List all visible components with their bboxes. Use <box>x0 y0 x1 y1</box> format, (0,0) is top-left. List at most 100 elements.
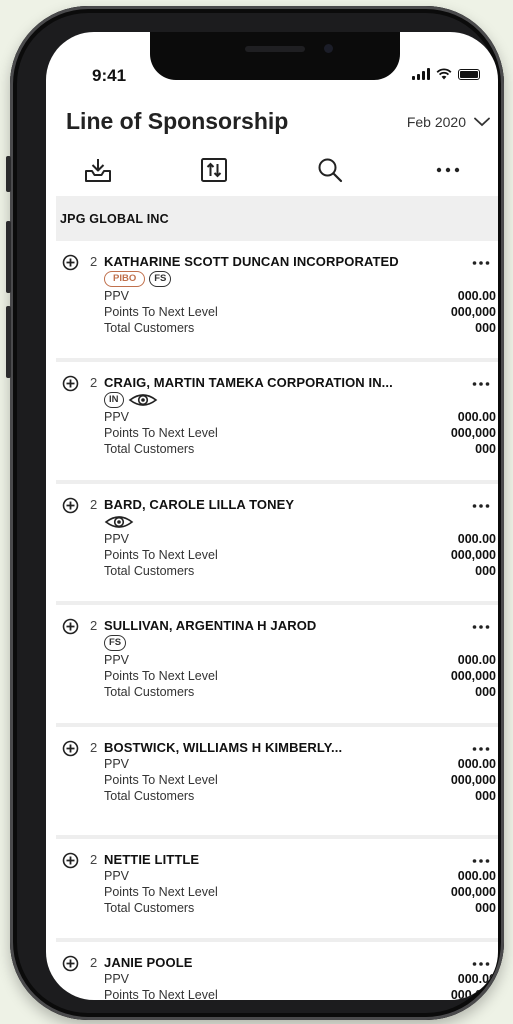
customers-metric-label: Total Customers <box>104 685 195 699</box>
row-more-icon[interactable] <box>472 381 490 387</box>
expand-button[interactable] <box>62 497 79 519</box>
ppv-metric-label: PPV <box>104 410 130 424</box>
member-tags: PIBO FS <box>104 269 498 289</box>
points-metric-value: 000,000 <box>450 885 496 899</box>
period-selector[interactable]: Feb 2020 <box>407 114 490 130</box>
expand-button[interactable] <box>62 955 79 977</box>
ppv-metric-label: PPV <box>104 869 130 883</box>
volume-down-button <box>6 306 11 378</box>
speaker-grille <box>245 46 305 52</box>
eye-icon <box>104 516 134 528</box>
member-row[interactable]: 2 CRAIG, MARTIN TAMEKA CORPORATION IN... I… <box>56 362 498 484</box>
customers-metric: Total Customers 000 <box>104 685 498 701</box>
member-row[interactable]: 2 SULLIVAN, ARGENTINA H JAROD FS PPV 000.00 P… <box>56 605 498 727</box>
ppv-metric-label: PPV <box>104 289 130 303</box>
member-name: JANIE POOLE <box>104 955 193 970</box>
expand-button[interactable] <box>62 375 79 397</box>
member-tags: FS <box>104 633 498 653</box>
customers-metric-value: 000 <box>475 321 496 335</box>
member-name: BOSTWICK, WILLIAMS H KIMBERLY... <box>104 740 343 755</box>
member-header: 2 KATHARINE SCOTT DUNCAN INCORPORATED <box>56 249 498 271</box>
row-more-icon[interactable] <box>472 858 490 864</box>
sort-icon <box>201 158 227 182</box>
row-more-button[interactable] <box>472 954 490 972</box>
member-header: 2 BARD, CAROLE LILLA TONEY <box>56 492 498 514</box>
points-metric-label: Points To Next Level <box>104 426 218 440</box>
expand-icon[interactable] <box>62 375 79 392</box>
sort-button[interactable] <box>194 152 234 188</box>
group-header: JPG GLOBAL INC <box>56 196 498 241</box>
customers-metric-value: 000 <box>475 901 496 915</box>
row-more-button[interactable] <box>472 739 490 757</box>
ppv-metric-label: PPV <box>104 972 130 986</box>
points-metric-value: 000,000 <box>450 669 496 683</box>
download-button[interactable] <box>78 152 118 188</box>
member-name: BARD, CAROLE LILLA TONEY <box>104 497 295 512</box>
status-badge: FS <box>104 635 127 651</box>
row-more-icon[interactable] <box>472 503 490 509</box>
search-button[interactable] <box>310 152 350 188</box>
customers-metric-value: 000 <box>475 685 496 699</box>
points-metric: Points To Next Level 000,000 <box>104 773 498 789</box>
member-tags <box>104 512 498 532</box>
points-metric-value: 000,000 <box>450 988 496 1000</box>
customers-metric: Total Customers 000 <box>104 901 498 917</box>
customers-metric-label: Total Customers <box>104 321 195 335</box>
customers-metric-value: 000 <box>475 564 496 578</box>
member-level: 2 <box>90 497 98 512</box>
member-header: 2 CRAIG, MARTIN TAMEKA CORPORATION IN... <box>56 370 498 392</box>
eye-icon <box>128 394 157 406</box>
member-row[interactable]: 2 JANIE POOLE PPV 000.00 Points To Next Leve… <box>56 942 498 1000</box>
row-more-icon[interactable] <box>472 746 490 752</box>
battery-icon <box>458 68 480 80</box>
customers-metric: Total Customers 000 <box>104 321 498 337</box>
signal-icon <box>412 68 430 80</box>
points-metric-value: 000,000 <box>450 548 496 562</box>
expand-icon[interactable] <box>62 497 79 514</box>
member-level: 2 <box>90 375 98 390</box>
more-button[interactable] <box>428 152 468 188</box>
member-row[interactable]: 2 BOSTWICK, WILLIAMS H KIMBERLY... PPV 000.… <box>56 727 498 839</box>
row-more-icon[interactable] <box>472 961 490 967</box>
points-metric-label: Points To Next Level <box>104 885 218 899</box>
expand-icon[interactable] <box>62 254 79 271</box>
expand-icon[interactable] <box>62 852 79 869</box>
points-metric: Points To Next Level 000,000 <box>104 548 498 564</box>
expand-icon[interactable] <box>62 740 79 757</box>
status-badge: IN <box>104 392 124 408</box>
points-metric: Points To Next Level 000,000 <box>104 885 498 901</box>
ppv-metric: PPV 000.00 <box>104 869 498 885</box>
ppv-metric-label: PPV <box>104 653 130 667</box>
expand-icon[interactable] <box>62 955 79 972</box>
expand-button[interactable] <box>62 618 79 640</box>
member-row[interactable]: 2 KATHARINE SCOTT DUNCAN INCORPORATED PIBO… <box>56 241 498 362</box>
expand-button[interactable] <box>62 254 79 276</box>
ppv-metric: PPV 000.00 <box>104 410 498 426</box>
points-metric-label: Points To Next Level <box>104 305 218 319</box>
status-badge: FS <box>149 271 172 287</box>
ppv-metric-value: 000.00 <box>457 410 496 424</box>
row-more-icon[interactable] <box>472 260 490 266</box>
notch <box>150 32 400 80</box>
member-row[interactable]: 2 NETTIE LITTLE PPV 000.00 Points To Next Le… <box>56 839 498 942</box>
expand-button[interactable] <box>62 852 79 874</box>
expand-button[interactable] <box>62 740 79 762</box>
ppv-metric: PPV 000.00 <box>104 972 498 988</box>
row-more-icon[interactable] <box>472 624 490 630</box>
points-metric-value: 000,000 <box>450 426 496 440</box>
row-more-button[interactable] <box>472 851 490 869</box>
wifi-icon <box>436 68 452 80</box>
expand-icon[interactable] <box>62 618 79 635</box>
member-header: 2 NETTIE LITTLE <box>56 847 498 869</box>
phone-frame: 9:41 Line of Sponsorship Feb 2020 JPG GL… <box>6 6 504 1020</box>
mute-switch <box>6 156 11 192</box>
download-icon <box>85 159 111 182</box>
customers-metric: Total Customers 000 <box>104 442 498 458</box>
ppv-metric: PPV 000.00 <box>104 653 498 669</box>
points-metric: Points To Next Level 000,000 <box>104 669 498 685</box>
ppv-metric: PPV 000.00 <box>104 289 498 305</box>
ppv-metric: PPV 000.00 <box>104 757 498 773</box>
page-title: Line of Sponsorship <box>66 108 289 134</box>
member-row[interactable]: 2 BARD, CAROLE LILLA TONEY PPV 000.00 Points… <box>56 484 498 605</box>
member-level: 2 <box>90 955 98 970</box>
